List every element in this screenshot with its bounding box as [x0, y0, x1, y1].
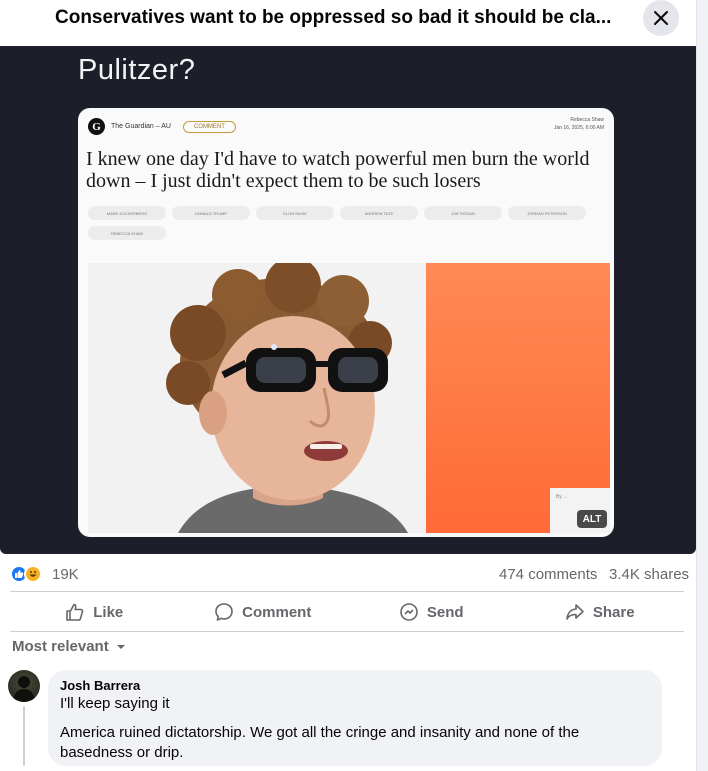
- comment-bubble: Josh Barrera I'll keep saying it America…: [48, 670, 662, 766]
- shares-count[interactable]: 3.4K shares: [609, 566, 689, 583]
- actions-divider: [10, 631, 684, 632]
- like-label: Like: [93, 603, 124, 621]
- send-button[interactable]: Send: [347, 594, 516, 630]
- article-byline: Rebecca Shaw Jan 16, 2025, 6:00 AM: [554, 116, 604, 132]
- post-stats: 19K 474 comments 3.4K shares: [0, 554, 696, 594]
- close-button[interactable]: [643, 0, 679, 36]
- close-icon: [654, 11, 668, 25]
- article-tag: JORDAN PETERSON: [508, 206, 586, 220]
- article-tag: ELON MUSK: [256, 206, 334, 220]
- action-bar: Like Comment Send Share: [10, 594, 684, 630]
- alt-text-badge[interactable]: ALT: [577, 510, 607, 528]
- send-label: Send: [426, 603, 464, 621]
- post-image[interactable]: Pulitzer? G The Guardian – AU COMMENT Re…: [0, 46, 696, 554]
- send-icon: [400, 603, 418, 621]
- post-header: Conservatives want to be oppressed so ba…: [0, 0, 696, 46]
- article-tag: MARK ZUCKERBERG: [88, 206, 166, 220]
- comment-text-line2: America ruined dictatorship. We got all …: [60, 724, 580, 761]
- comment-button[interactable]: Comment: [179, 594, 348, 630]
- post-modal: Conservatives want to be oppressed so ba…: [0, 0, 696, 771]
- scrollbar[interactable]: [696, 0, 708, 771]
- thumbs-up-icon: [66, 603, 84, 621]
- like-button[interactable]: Like: [10, 594, 179, 630]
- comment-author[interactable]: Josh Barrera: [60, 678, 650, 694]
- share-icon: [566, 604, 584, 620]
- reaction-icons[interactable]: [10, 565, 42, 583]
- byline-name: Rebecca Shaw: [570, 117, 604, 123]
- article-headline: I knew one day I'd have to watch powerfu…: [86, 148, 590, 192]
- comment-icon: [215, 603, 233, 621]
- article-publication: The Guardian – AU: [111, 123, 171, 130]
- share-button[interactable]: Share: [516, 594, 685, 630]
- portrait-illustration: [166, 263, 408, 533]
- thread-line: [23, 706, 25, 766]
- article-category: COMMENT: [182, 120, 236, 133]
- article-tag: ANDREW TATE: [340, 206, 418, 220]
- comments-count[interactable]: 474 comments: [499, 566, 597, 583]
- haha-reaction-icon: [24, 565, 42, 583]
- comment-sort-dropdown[interactable]: Most relevant: [12, 638, 127, 655]
- stats-divider: [10, 591, 684, 592]
- chevron-down-icon: [116, 644, 125, 649]
- sort-label: Most relevant: [12, 638, 109, 655]
- guardian-logo: G: [88, 118, 105, 135]
- article-photo: By ...: [88, 263, 610, 533]
- reaction-count[interactable]: 19K: [52, 566, 79, 583]
- comment-label: Comment: [242, 603, 312, 621]
- image-question-text: Pulitzer?: [78, 54, 196, 86]
- avatar[interactable]: [8, 670, 40, 702]
- article-tag: JOE ROGAN: [424, 206, 502, 220]
- article-tags: MARK ZUCKERBERG DONALD TRUMP ELON MUSK A…: [88, 206, 608, 240]
- article-card: G The Guardian – AU COMMENT Rebecca Shaw…: [78, 108, 614, 537]
- share-label: Share: [592, 603, 635, 621]
- article-tag: DONALD TRUMP: [172, 206, 250, 220]
- article-topbar: G The Guardian – AU COMMENT: [88, 118, 236, 135]
- post-title: Conservatives want to be oppressed so ba…: [55, 7, 612, 28]
- comment-text-line1: I'll keep saying it: [60, 695, 170, 712]
- article-tag: REBECCA SHAW: [88, 226, 166, 240]
- byline-date: Jan 16, 2025, 6:00 AM: [553, 125, 604, 131]
